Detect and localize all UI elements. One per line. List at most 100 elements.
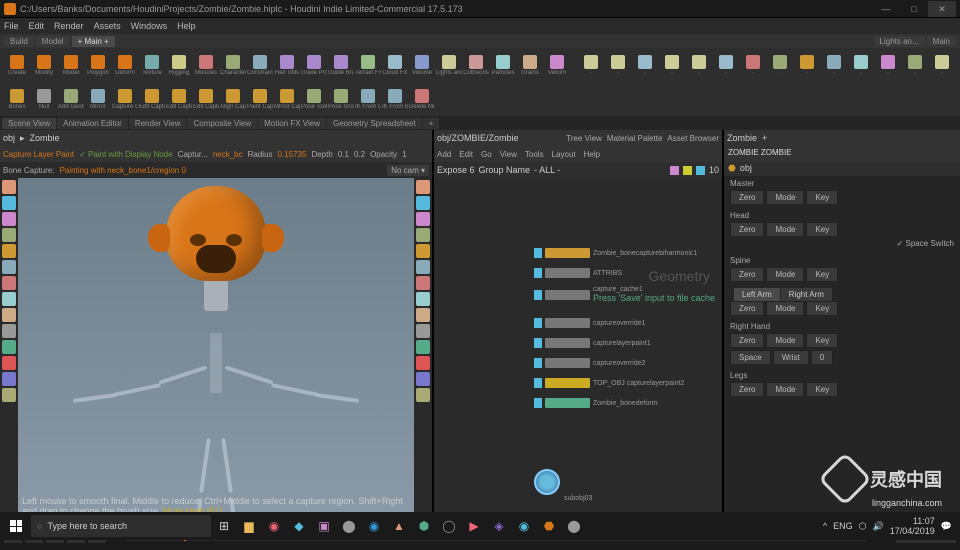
wifi-icon[interactable]: ⬡ bbox=[859, 521, 867, 532]
shelf-tool[interactable]: · bbox=[740, 50, 766, 80]
viewport-tool[interactable] bbox=[2, 228, 16, 242]
radius-value[interactable]: 0.15735 bbox=[278, 150, 307, 159]
shelf-tool[interactable]: IK From Bones bbox=[382, 84, 408, 114]
network-node[interactable]: TOP_OBJ capturelayerpaint2 bbox=[534, 378, 684, 388]
shelf-tool[interactable]: Delete Muscle bbox=[409, 84, 435, 114]
param-button[interactable]: Key bbox=[806, 382, 838, 397]
viewport-tool[interactable] bbox=[2, 276, 16, 290]
param-button[interactable]: Key bbox=[806, 301, 838, 316]
param-field[interactable]: Space bbox=[730, 350, 771, 365]
shelf-tool[interactable]: · bbox=[686, 50, 712, 80]
param-button[interactable]: Zero bbox=[730, 382, 764, 397]
3d-scene[interactable]: Left mouse to smooth final. Middle to re… bbox=[18, 178, 414, 520]
shelf-tool[interactable]: · bbox=[659, 50, 685, 80]
shelf-tool[interactable]: · bbox=[632, 50, 658, 80]
app-icon[interactable]: ◯ bbox=[437, 514, 461, 538]
shelf-tool[interactable]: Guide Process bbox=[301, 50, 327, 80]
shelf-tool[interactable]: · bbox=[713, 50, 739, 80]
path-obj[interactable]: obj bbox=[3, 133, 15, 143]
viewport-tool[interactable] bbox=[2, 356, 16, 370]
shelf-tool[interactable]: Align Capture Pose bbox=[220, 84, 246, 114]
shelf-tab-model[interactable]: Model bbox=[36, 36, 70, 47]
shelf-tool[interactable]: Polygon bbox=[85, 50, 111, 80]
shelf-tool[interactable]: Bones bbox=[4, 84, 30, 114]
shelf-tool[interactable]: Terrain FX bbox=[355, 50, 381, 80]
shelf-tool[interactable]: IK From Objects bbox=[355, 84, 381, 114]
menu-windows[interactable]: Windows bbox=[131, 21, 168, 31]
viewport-tool[interactable] bbox=[2, 196, 16, 210]
param-button[interactable]: Key bbox=[806, 222, 838, 237]
viewport-tool[interactable] bbox=[2, 324, 16, 338]
shelf-tool[interactable]: · bbox=[956, 50, 960, 80]
notifications-icon[interactable]: 💬 bbox=[941, 521, 952, 532]
pane-tab[interactable]: Composite View bbox=[187, 118, 257, 129]
flag-yellow[interactable] bbox=[683, 166, 692, 175]
shelf-tool[interactable]: · bbox=[821, 50, 847, 80]
viewport-tool[interactable] bbox=[2, 212, 16, 226]
pane-tab[interactable]: Scene View bbox=[2, 118, 56, 129]
param-button[interactable]: Key bbox=[806, 333, 838, 348]
pane-tab[interactable]: Render View bbox=[129, 118, 187, 129]
param-button[interactable]: Mode bbox=[766, 382, 804, 397]
shelf-tool[interactable]: Hair Utils bbox=[274, 50, 300, 80]
shelf-tool[interactable]: · bbox=[929, 50, 955, 80]
maximize-button[interactable]: □ bbox=[900, 1, 928, 17]
shelf-tool[interactable]: Pose Scope bbox=[328, 84, 354, 114]
app-icon[interactable]: ▣ bbox=[312, 514, 336, 538]
shelf-tool[interactable]: Mirror Capture bbox=[274, 84, 300, 114]
app-icon[interactable]: ▲ bbox=[387, 514, 411, 538]
shelf-tool[interactable]: Capture Geometry bbox=[112, 84, 138, 114]
param-button[interactable]: Mode bbox=[766, 267, 804, 282]
param-tab[interactable]: Left Arm bbox=[734, 288, 780, 301]
viewport-tool[interactable] bbox=[2, 308, 16, 322]
volume-icon[interactable]: 🔊 bbox=[873, 521, 884, 532]
param-button[interactable]: Mode bbox=[766, 222, 804, 237]
shelf-tool[interactable]: Vellum bbox=[544, 50, 570, 80]
viewport-tool[interactable] bbox=[416, 276, 430, 290]
param-button[interactable]: Zero bbox=[730, 267, 764, 282]
menu-assets[interactable]: Assets bbox=[94, 21, 121, 31]
start-button[interactable] bbox=[2, 514, 30, 538]
network-node[interactable]: ATTRIBS bbox=[534, 268, 622, 278]
network-node[interactable]: capture_cache1Press 'Save' input to file… bbox=[534, 286, 715, 303]
shelf-tool[interactable]: Guide Brushes bbox=[328, 50, 354, 80]
shelf-tool[interactable]: Edit Capture Regions bbox=[139, 84, 165, 114]
shelf-tool[interactable]: Add Geometry bbox=[58, 84, 84, 114]
app-icon[interactable]: ▶ bbox=[462, 514, 486, 538]
network-view[interactable]: Geometry subobj03 Zombie_bonecapturebiha… bbox=[434, 178, 722, 520]
pane-tab[interactable]: + bbox=[423, 118, 440, 129]
shelf-tool[interactable]: · bbox=[875, 50, 901, 80]
param-button[interactable]: Mode bbox=[766, 301, 804, 316]
param-button[interactable]: Mode bbox=[766, 190, 804, 205]
firefox-icon[interactable]: ◉ bbox=[262, 514, 286, 538]
shelf-tool[interactable]: Rigging bbox=[166, 50, 192, 80]
pane-tab[interactable]: Geometry Spreadsheet bbox=[327, 118, 422, 129]
viewport-tool[interactable] bbox=[2, 260, 16, 274]
shelf-tool[interactable]: Pose Tool bbox=[301, 84, 327, 114]
app-icon[interactable]: ◈ bbox=[487, 514, 511, 538]
app-icon[interactable]: ◉ bbox=[512, 514, 536, 538]
network-node[interactable]: Zombie_bonedeform bbox=[534, 398, 658, 408]
viewport-tool[interactable] bbox=[416, 292, 430, 306]
network-node[interactable]: captureoverride2 bbox=[534, 358, 646, 368]
shelf-tool[interactable]: · bbox=[848, 50, 874, 80]
app-icon[interactable]: ⬢ bbox=[412, 514, 436, 538]
clock-date[interactable]: 17/04/2019 bbox=[890, 526, 935, 536]
shelf-tab-lights[interactable]: Lights an... bbox=[874, 36, 925, 47]
shelf-tool[interactable]: Deform bbox=[112, 50, 138, 80]
param-checkbox[interactable]: ✓ Space Switch bbox=[730, 237, 954, 250]
viewport-tool[interactable] bbox=[416, 388, 430, 402]
viewport-tool[interactable] bbox=[2, 292, 16, 306]
app-icon[interactable]: ◉ bbox=[362, 514, 386, 538]
shelf-tool[interactable]: · bbox=[767, 50, 793, 80]
shelf-tool[interactable]: · bbox=[578, 50, 604, 80]
param-tab[interactable]: Right Arm bbox=[781, 288, 832, 301]
network-node[interactable]: Zombie_bonecapturebiharmonic1 bbox=[534, 248, 697, 258]
viewport-tool[interactable] bbox=[2, 372, 16, 386]
viewport-tool[interactable] bbox=[416, 244, 430, 258]
shelf-tool[interactable]: Texture bbox=[139, 50, 165, 80]
tray-icon[interactable]: ^ bbox=[823, 521, 827, 531]
shelf-tool[interactable]: Create bbox=[4, 50, 30, 80]
menu-help[interactable]: Help bbox=[177, 21, 196, 31]
clock-time[interactable]: 11:07 bbox=[890, 516, 935, 526]
